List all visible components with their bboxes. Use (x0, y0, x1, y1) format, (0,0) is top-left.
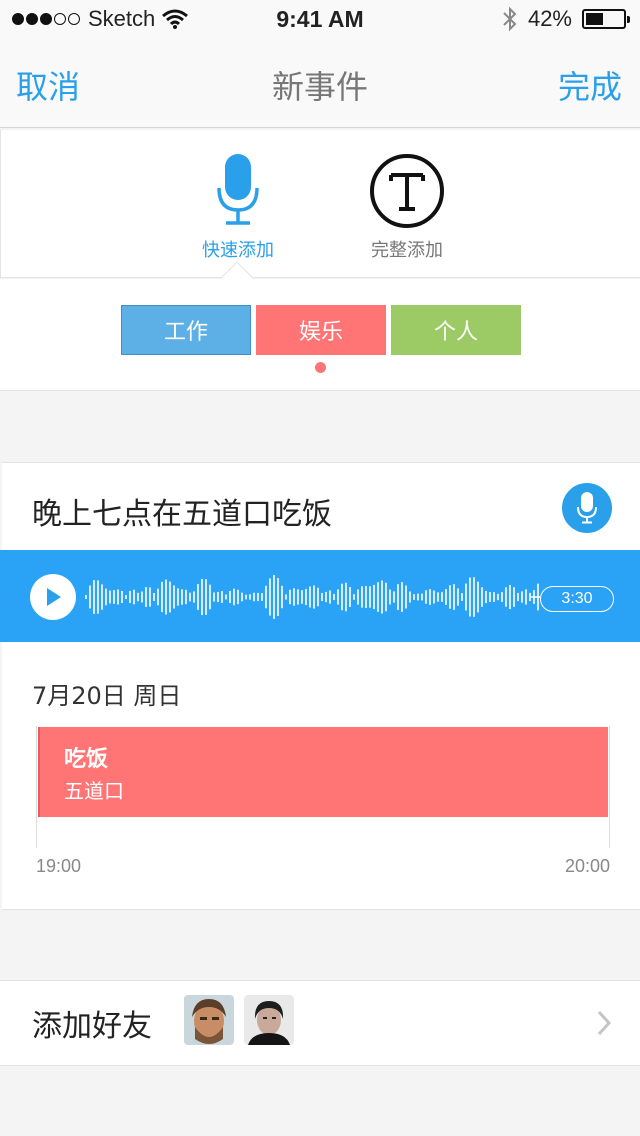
audio-player: 3:30 (0, 550, 640, 642)
selected-category-indicator (315, 362, 326, 373)
event-date: 7月20日 周日 (32, 682, 182, 710)
timeline-start-time: 19:00 (36, 856, 82, 876)
text-t-icon (370, 154, 444, 228)
friend-avatar (244, 995, 294, 1045)
battery-icon (582, 9, 630, 29)
battery-percent: 42% (527, 6, 572, 31)
event-block[interactable]: 吃饭 五道口 (38, 727, 608, 817)
audio-waveform[interactable] (84, 572, 540, 622)
play-icon (47, 588, 61, 606)
add-friends-label: 添加好友 (32, 1009, 152, 1044)
full-add-label: 完整添加 (371, 240, 443, 261)
quick-add-tab[interactable]: 快速添加 (168, 154, 308, 262)
event-block-title: 吃饭 (64, 747, 109, 772)
category-work-button[interactable]: 工作 (121, 305, 251, 355)
done-button[interactable]: 完成 (558, 62, 622, 108)
category-fun-button[interactable]: 娱乐 (256, 305, 386, 355)
add-friends-row[interactable]: 添加好友 (0, 980, 640, 1066)
friend-avatar (184, 995, 234, 1045)
nav-bar: 取消 新事件 完成 (0, 40, 640, 128)
quick-add-label: 快速添加 (202, 240, 274, 261)
category-personal-button[interactable]: 个人 (391, 305, 521, 355)
event-text[interactable]: 晚上七点在五道口吃饭 (32, 489, 332, 533)
status-right: 42% (502, 6, 630, 32)
timeline-end-time: 20:00 (564, 856, 610, 876)
audio-duration: 3:30 (540, 586, 614, 612)
full-add-tab[interactable]: 完整添加 (337, 154, 477, 262)
add-mode-panel: 快速添加 完整添加 (0, 130, 640, 278)
voice-input-button[interactable] (562, 483, 612, 533)
chevron-right-icon (597, 1010, 612, 1036)
status-bar: Sketch 9:41 AM 42% (0, 0, 640, 40)
microphone-icon (577, 492, 597, 524)
category-panel: 工作 娱乐 个人 (0, 279, 640, 391)
page-title: 新事件 (271, 68, 368, 106)
bluetooth-icon (503, 6, 517, 32)
event-block-location: 五道口 (64, 779, 124, 803)
microphone-icon (217, 154, 259, 225)
play-button[interactable] (30, 574, 76, 620)
